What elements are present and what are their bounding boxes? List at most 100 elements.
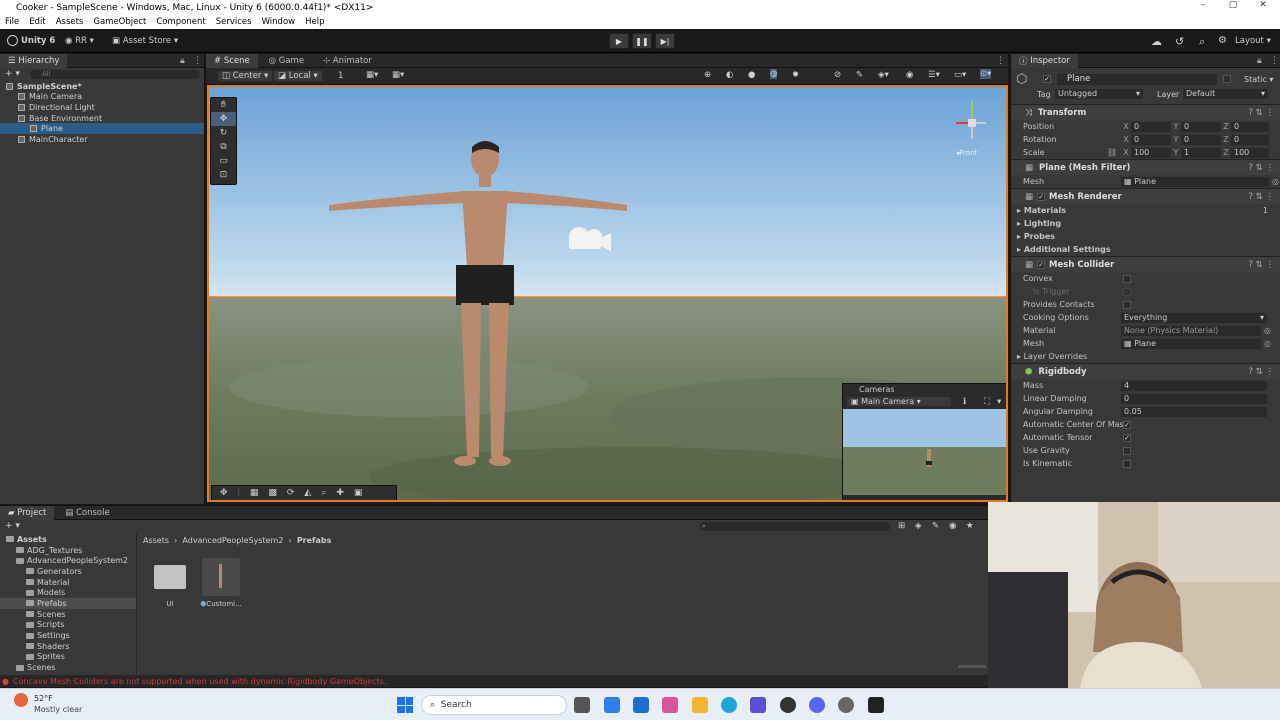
tab-inspector[interactable]: ⓘ Inspector — [1011, 54, 1078, 68]
collider-mesh-field[interactable]: ▦ Plane — [1121, 338, 1261, 349]
align-icon[interactable]: ⫶ — [238, 488, 240, 498]
asset-prefab-customizable[interactable]: ⬢Customi... — [198, 558, 244, 612]
static-checkbox[interactable] — [1223, 75, 1231, 83]
move-handle-icon[interactable]: ✥ — [220, 488, 228, 498]
move-tool-icon[interactable]: ✥ — [211, 112, 236, 126]
static-dropdown[interactable]: Static ▾ — [1244, 75, 1273, 84]
component-menu-icon[interactable]: ? ⇅ ⋮ — [1248, 163, 1280, 173]
lock-icon[interactable]: 🔒︎ — [180, 56, 185, 66]
pivot-dropdown[interactable]: ◫ Center ▾ — [218, 71, 273, 81]
layer-dropdown[interactable]: Default ▾ — [1183, 89, 1268, 99]
add-object-button[interactable]: + ▾ — [5, 69, 20, 79]
project-folder-item[interactable]: Scenes — [0, 609, 136, 620]
taskbar-search-input[interactable]: ⌕ Search — [421, 695, 567, 715]
play-button[interactable]: ▶ — [609, 33, 629, 49]
scale-y-field[interactable]: 1 — [1181, 147, 1221, 158]
convex-checkbox[interactable] — [1123, 274, 1131, 283]
project-folder-item[interactable]: Prefabs — [0, 598, 136, 609]
rotation-x-field[interactable]: 0 — [1131, 134, 1171, 145]
angular-damping-field[interactable]: 0.05 — [1121, 406, 1267, 417]
inspector-more-icon[interactable]: ⋮ — [1270, 56, 1279, 66]
maximize-icon[interactable]: ▢ — [1218, 0, 1248, 10]
transform-tool-icon[interactable]: ⊡ — [211, 168, 236, 182]
tab-animator[interactable]: ⊹ Animator — [315, 54, 380, 68]
audio-icon[interactable]: ⊘ — [834, 70, 841, 80]
object-picker-icon[interactable]: ◎ — [1264, 326, 1271, 335]
grid-icon[interactable]: ▦▾ — [366, 70, 378, 80]
rect-tool-icon[interactable]: ▭ — [211, 154, 236, 168]
step-button[interactable]: ▶| — [655, 33, 675, 49]
scale-z-field[interactable]: 100 — [1231, 147, 1269, 158]
probes-foldout[interactable]: ▸ Probes — [1011, 230, 1280, 243]
task-view-icon[interactable] — [574, 697, 590, 713]
space-dropdown[interactable]: ◪ Local ▾ — [274, 71, 322, 81]
frame-icon[interactable]: ✚ — [336, 488, 344, 498]
rotation-y-field[interactable]: 0 — [1181, 134, 1221, 145]
object-name-field[interactable]: Plane — [1057, 74, 1217, 85]
scene-more-icon[interactable]: ⋮ — [996, 56, 1005, 66]
is-kinematic-checkbox[interactable] — [1123, 459, 1131, 468]
menu-component[interactable]: Component — [151, 17, 210, 27]
auto-center-of-mass-checkbox[interactable]: ✓ — [1123, 420, 1131, 429]
inspector-lock-icon[interactable]: 🔒︎ — [1257, 56, 1262, 66]
camera-overlay-more-icon[interactable]: ▾ — [997, 397, 1001, 407]
pause-button[interactable]: ❚❚ — [632, 33, 652, 49]
unity-version-label[interactable]: Unity 6 — [21, 36, 55, 46]
obs-icon[interactable] — [780, 697, 796, 713]
project-folder-item[interactable]: Models — [0, 587, 136, 598]
layer-overrides-foldout[interactable]: ▸ Layer Overrides — [1011, 350, 1280, 363]
project-folder-item[interactable]: Settings — [0, 630, 136, 641]
rotate-snap-icon[interactable]: ⟳ — [287, 488, 295, 498]
edge-browser-icon[interactable] — [721, 697, 737, 713]
breadcrumb-prefabs[interactable]: Prefabs — [297, 536, 332, 545]
security-icon[interactable] — [604, 697, 620, 713]
mesh-renderer-enabled-checkbox[interactable]: ✓ — [1037, 192, 1046, 201]
probe-icon[interactable]: ◭ — [304, 488, 311, 498]
collider-material-field[interactable]: None (Physics Material) — [1121, 325, 1261, 336]
file-explorer-icon[interactable] — [692, 697, 708, 713]
component-menu-icon[interactable]: ? ⇅ ⋮ — [1248, 192, 1280, 202]
camera-overlay-icon[interactable]: ▣ — [354, 488, 363, 498]
history-icon[interactable]: ↺ — [1175, 35, 1184, 48]
menu-edit[interactable]: Edit — [24, 17, 50, 27]
copilot-icon[interactable] — [662, 697, 678, 713]
scale-link-icon[interactable]: ⛓ — [1107, 148, 1121, 157]
orientation-gizmo[interactable]: ◂Front — [944, 95, 1000, 157]
account-dropdown[interactable]: ◉ RR ▾ — [65, 36, 94, 46]
project-folder-item[interactable]: AdvancedPeopleSystem2 — [0, 555, 136, 566]
project-add-button[interactable]: + ▾ — [5, 521, 20, 531]
project-search-input[interactable]: ⌕ — [700, 522, 890, 531]
snap-grid-icon[interactable]: ▦▾ — [392, 70, 404, 80]
hidden-packages-icon[interactable]: ◉ — [949, 521, 956, 531]
favorite-icon[interactable]: ★ — [966, 521, 974, 531]
asset-store-button[interactable]: ▣ Asset Store ▾ — [112, 36, 178, 46]
unity-hub-icon[interactable] — [868, 697, 884, 713]
mesh-collider-enabled-checkbox[interactable]: ✓ — [1037, 260, 1046, 269]
materials-foldout[interactable]: ▸ Materials 1 — [1011, 204, 1280, 217]
filter-tag-icon[interactable]: ✎ — [932, 521, 939, 531]
tab-console[interactable]: ▤ Console — [57, 506, 117, 520]
component-menu-icon[interactable]: ? ⇅ ⋮ — [1248, 108, 1280, 118]
thumbnail-size-slider[interactable] — [958, 665, 986, 668]
cloud-icon[interactable]: ☁ — [1151, 35, 1162, 48]
scene-visibility-icon[interactable]: ◈▾ — [878, 70, 889, 80]
project-folder-item[interactable]: Scenes — [0, 662, 136, 673]
camera-select-dropdown[interactable]: ▣ Main Camera ▾ — [847, 397, 951, 406]
project-folder-item[interactable]: Scripts — [0, 620, 136, 631]
transform-component-header[interactable]: ⤨ Transform ? ⇅ ⋮ — [1011, 104, 1280, 120]
position-y-field[interactable]: 0 — [1181, 121, 1221, 132]
more-menu-icon[interactable]: ⋮ — [193, 56, 202, 66]
camera-info-icon[interactable]: ℹ — [963, 397, 966, 407]
store-icon[interactable] — [633, 697, 649, 713]
hierarchy-item[interactable]: Plane — [0, 123, 204, 134]
breadcrumb-assets[interactable]: Assets — [143, 536, 169, 545]
hierarchy-item[interactable]: Main Camera — [0, 92, 204, 103]
position-x-field[interactable]: 0 — [1131, 121, 1171, 132]
lighting-icon[interactable]: ✹ — [792, 70, 799, 80]
tab-hierarchy[interactable]: ☰ Hierarchy — [0, 54, 68, 68]
lighting-foldout[interactable]: ▸ Lighting — [1011, 217, 1280, 230]
hierarchy-item[interactable]: Directional Light — [0, 102, 204, 113]
effects-icon[interactable]: ✎ — [856, 70, 863, 80]
asset-folder-ui[interactable]: UI — [150, 561, 190, 613]
object-picker-icon[interactable]: ◎ — [1264, 339, 1271, 348]
